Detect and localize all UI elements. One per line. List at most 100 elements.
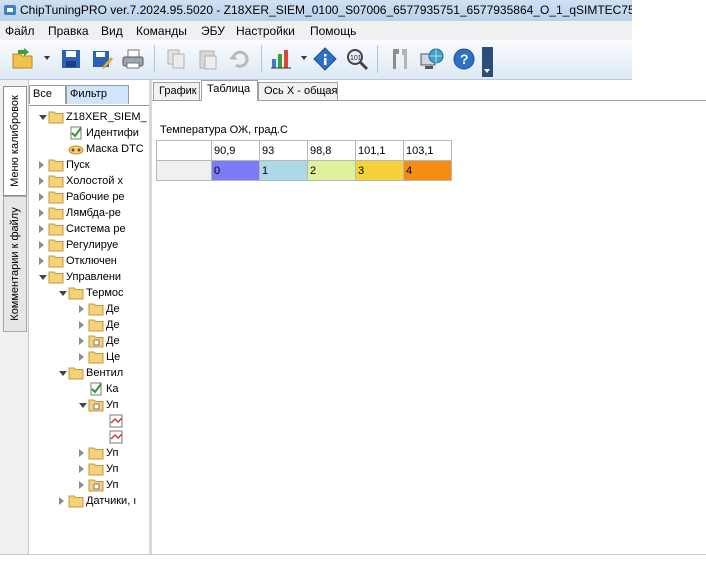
tree-tab-filter[interactable]: Фильтр [66, 85, 129, 104]
collapsed-arrow-icon[interactable] [39, 177, 44, 185]
tree-node[interactable]: Датчики, ı [59, 494, 149, 510]
collapsed-arrow-icon[interactable] [79, 305, 84, 313]
tab-graph[interactable]: График [153, 82, 200, 100]
value-cell[interactable]: 1 [259, 160, 308, 181]
tools-icon[interactable] [387, 46, 413, 72]
expanded-arrow-icon[interactable] [79, 403, 87, 408]
tree-node[interactable]: Це [79, 350, 149, 366]
value-cell[interactable]: 4 [403, 160, 452, 181]
axis-header-cell: 90,9 [211, 140, 260, 161]
tree-node[interactable]: Система ре [39, 222, 149, 238]
tree-node[interactable]: Де [79, 318, 149, 334]
expanded-arrow-icon[interactable] [59, 291, 67, 296]
tree-node-label: Система ре [66, 223, 126, 235]
globe-pc-icon[interactable] [419, 46, 445, 72]
menu-ecu[interactable]: ЭБУ [201, 24, 225, 38]
copy-icon[interactable] [163, 46, 189, 72]
tree-node-label: Термос [86, 287, 124, 299]
tab-calibrations-menu[interactable]: Меню калибровок [3, 86, 27, 196]
tree-node[interactable]: Термос [59, 286, 149, 302]
tree-node-label: Регулируе [66, 239, 119, 251]
collapsed-arrow-icon[interactable] [39, 161, 44, 169]
menu-help[interactable]: Помощь [310, 24, 356, 38]
collapsed-arrow-icon[interactable] [79, 353, 84, 361]
tab-table[interactable]: Таблица [201, 80, 258, 101]
chart-icon[interactable] [268, 46, 294, 72]
tab-file-comments[interactable]: Комментарии к файлу [3, 196, 27, 332]
collapsed-arrow-icon[interactable] [39, 241, 44, 249]
collapsed-arrow-icon[interactable] [79, 449, 84, 457]
tree-node-label: Отключен [66, 255, 117, 267]
menu-edit[interactable]: Правка [48, 24, 89, 38]
tree-node[interactable]: Маска DTC [59, 142, 149, 158]
expanded-arrow-icon[interactable] [59, 371, 67, 376]
toolbar-overflow-chevron[interactable] [482, 47, 493, 77]
print-icon[interactable] [120, 46, 146, 72]
calibration-tree-panel: Все Фильтр Z18XER_SIEM_ Идентифи Маска DTC… [29, 80, 152, 554]
check-doc-icon [68, 126, 84, 140]
undo-icon[interactable] [227, 46, 253, 72]
value-cell[interactable]: 2 [307, 160, 356, 181]
tab-x-axis-label: Ось Х - общая [264, 85, 338, 97]
tree-node[interactable]: Вентил [59, 366, 149, 382]
search-id-icon[interactable]: 101 [344, 46, 370, 72]
collapsed-arrow-icon[interactable] [39, 225, 44, 233]
side-tab-strip: Меню калибровок Комментарии к файлу [0, 80, 29, 554]
tree-node[interactable] [99, 430, 149, 446]
collapsed-arrow-icon[interactable] [79, 481, 84, 489]
tree-node[interactable]: Уп [79, 446, 149, 462]
tree-node[interactable]: Отключен [39, 254, 149, 270]
tree-node[interactable]: Уп [79, 398, 149, 414]
axis-parameter-title: Температура ОЖ, град.С [160, 124, 288, 136]
menu-commands[interactable]: Команды [136, 24, 187, 38]
diamond-info-icon[interactable] [312, 46, 338, 72]
tab-x-axis-common[interactable]: Ось Х - общая [258, 82, 338, 100]
expanded-arrow-icon[interactable] [39, 275, 47, 280]
tree-node-label: Рабочие ре [66, 191, 125, 203]
collapsed-arrow-icon[interactable] [39, 257, 44, 265]
menu-file[interactable]: Файл [5, 24, 35, 38]
collapsed-arrow-icon[interactable] [79, 465, 84, 473]
menu-view[interactable]: Вид [101, 24, 123, 38]
tree-node-label: Де [106, 335, 120, 347]
tree-node[interactable]: Идентифи [59, 126, 149, 142]
collapsed-arrow-icon[interactable] [39, 193, 44, 201]
tree-tab-all-label: Все [33, 88, 52, 100]
tree-node[interactable]: Холостой х [39, 174, 149, 190]
value-cell[interactable]: 3 [355, 160, 404, 181]
expanded-arrow-icon[interactable] [39, 115, 47, 120]
folder-icon [88, 350, 104, 364]
tree-node-label: Датчики, ı [86, 495, 137, 507]
tree-node-label: Идентифи [86, 127, 139, 139]
menu-settings[interactable]: Настройки [236, 24, 295, 38]
tree-node[interactable]: Уп [79, 462, 149, 478]
tree-node[interactable]: Уп [79, 478, 149, 494]
axis-header-cell: 98,8 [307, 140, 356, 161]
tree-node[interactable]: Ка [79, 382, 149, 398]
tree-node[interactable]: Рабочие ре [39, 190, 149, 206]
save-as-icon[interactable] [89, 46, 115, 72]
paste-icon[interactable] [195, 46, 221, 72]
tree-node[interactable]: Лямбда-ре [39, 206, 149, 222]
collapsed-arrow-icon[interactable] [79, 321, 84, 329]
tree-tab-all[interactable]: Все [29, 85, 66, 104]
tree-node[interactable]: Де [79, 302, 149, 318]
tree-node-label: Управлени [66, 271, 122, 283]
tree-node[interactable]: Регулируе [39, 238, 149, 254]
axis-header-cell: 101,1 [355, 140, 404, 161]
save-icon[interactable] [58, 46, 84, 72]
collapsed-arrow-icon[interactable] [79, 337, 84, 345]
collapsed-arrow-icon[interactable] [39, 209, 44, 217]
menu-bar: Файл Правка Вид Команды ЭБУ Настройки По… [0, 21, 632, 41]
help-icon[interactable]: ? [451, 46, 477, 72]
tree-node[interactable]: Z18XER_SIEM_ [39, 110, 149, 126]
tree-node-label: Пуск [66, 159, 90, 171]
value-cell[interactable]: 0 [211, 160, 260, 181]
open-icon[interactable] [10, 46, 36, 72]
tree-node[interactable] [99, 414, 149, 430]
tree-node[interactable]: Управлени [39, 270, 149, 286]
row-header-cell [156, 160, 212, 181]
collapsed-arrow-icon[interactable] [59, 497, 64, 505]
tree-node[interactable]: Де [79, 334, 149, 350]
tree-node[interactable]: Пуск [39, 158, 149, 174]
